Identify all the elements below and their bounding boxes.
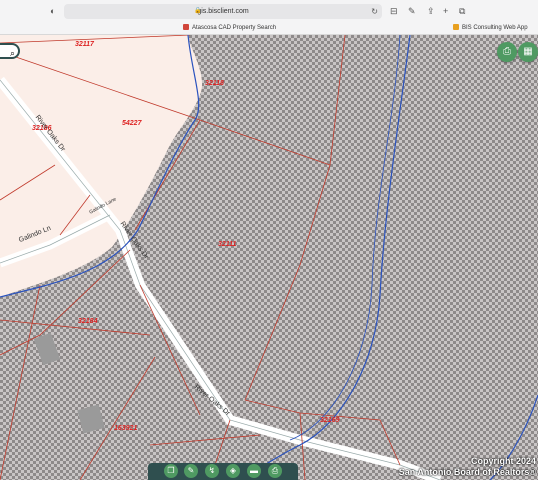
copyright-watermark: Copyright 2024 San Antonio Board of Real… (399, 456, 536, 478)
search-icon: ⌕ (9, 48, 15, 58)
print-icon: ⎙ (503, 46, 511, 57)
bookmark-icon[interactable]: ❐ (164, 464, 178, 478)
tab-favicon (453, 24, 459, 30)
tab-bis[interactable]: BIS Consulting Web App (453, 23, 528, 33)
parcel-label[interactable]: 32169 (320, 417, 339, 424)
tab-title: BIS Consulting Web App (462, 25, 528, 31)
road-galindo (0, 210, 113, 268)
parcel-label[interactable]: 32111 (218, 241, 236, 248)
tab-atascosa[interactable]: Atascosa CAD Property Search (183, 23, 276, 33)
print-button[interactable]: ⎙ (497, 42, 517, 62)
tab-title: Atascosa CAD Property Search (192, 25, 277, 31)
map-search-button[interactable]: ⌕ (0, 43, 20, 59)
layers-icon[interactable]: ◈ (226, 464, 240, 478)
tabs-overview-icon[interactable]: ⧉ (459, 4, 465, 19)
browser-chrome: ◐ 🔒 gis.bisclient.com ↻ ⊟ ✎ ⇪ + ⧉ Atasco… (0, 0, 538, 35)
parcel-label[interactable]: 32184 (78, 318, 97, 325)
parcel-label[interactable]: 163921 (114, 425, 137, 432)
route-icon[interactable]: ↯ (205, 464, 219, 478)
tab-favicon (183, 24, 189, 30)
lock-icon: 🔒 (194, 8, 202, 14)
parcel-label[interactable]: 32117 (75, 41, 94, 48)
grid-icon: ▦ (523, 46, 533, 57)
address-bar[interactable]: 🔒 gis.bisclient.com ↻ (64, 4, 382, 19)
share-icon[interactable]: ⇪ (427, 4, 435, 19)
map-toolbar: ❐ ✎ ↯ ◈ ▬ ⎙ (148, 463, 298, 480)
reload-icon[interactable]: ↻ (371, 4, 378, 19)
pencil-icon[interactable]: ✎ (184, 464, 198, 478)
map-canvas (0, 35, 538, 480)
reader-icon[interactable]: ⊟ (390, 4, 398, 19)
parcel-label[interactable]: 54227 (122, 120, 141, 127)
parcel-label[interactable]: 32118 (205, 80, 224, 87)
annotate-icon[interactable]: ✎ (408, 4, 416, 19)
new-tab-icon[interactable]: + (443, 4, 448, 19)
ruler-icon[interactable]: ▬ (247, 464, 261, 478)
watermark-line-2: San Antonio Board of Realtors® (398, 467, 536, 477)
grid-menu-button[interactable]: ▦ (518, 42, 538, 62)
url-text: gis.bisclient.com (197, 8, 249, 15)
watermark-line-1: Copyright 2024 (470, 456, 536, 466)
map-view[interactable]: 32117 32118 54227 32186 32111 32184 1639… (0, 35, 538, 480)
print-icon[interactable]: ⎙ (268, 464, 282, 478)
shield-icon[interactable]: ◐ (50, 4, 55, 19)
